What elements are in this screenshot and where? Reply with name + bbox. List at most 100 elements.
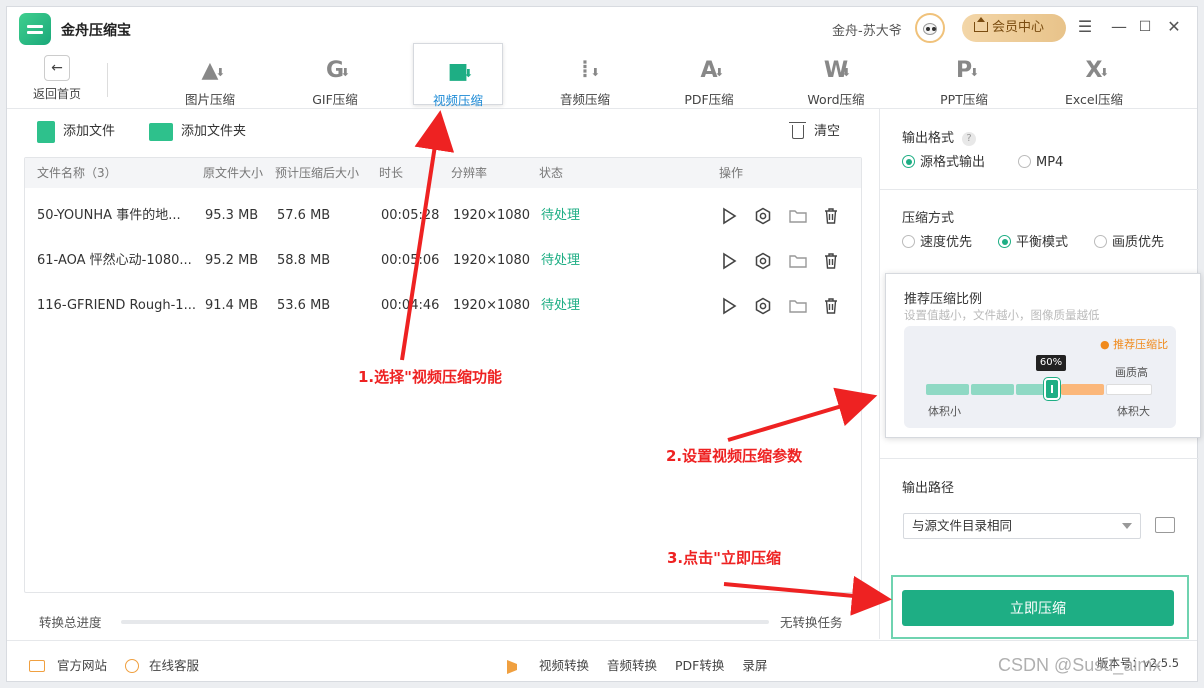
clear-button[interactable]: 清空: [789, 119, 840, 145]
add-file-button[interactable]: 添加文件: [37, 119, 115, 145]
download-arrow-icon: ⬇: [463, 67, 473, 80]
delete-icon[interactable]: [822, 252, 840, 270]
download-arrow-icon: ⬇: [340, 66, 350, 79]
minimize-icon[interactable]: —: [1109, 17, 1129, 37]
annotation-step2: 2.设置视频压缩参数: [666, 447, 803, 465]
folder-icon[interactable]: [1155, 517, 1175, 533]
slider-segment[interactable]: [1106, 384, 1152, 395]
output-format-text: 输出格式: [902, 131, 955, 146]
folder-icon[interactable]: [788, 207, 807, 225]
col-est-size: 预计压缩后大小: [275, 166, 360, 180]
settings-icon[interactable]: [754, 252, 772, 270]
add-folder-button[interactable]: 添加文件夹: [149, 119, 246, 145]
tool-image-compress[interactable]: ▲ ⬇ 图片压缩: [165, 49, 255, 109]
link-pdf-convert[interactable]: PDF转换: [675, 658, 724, 673]
tool-video-compress[interactable]: ■ ⬇ 视频压缩: [413, 43, 503, 108]
table-row[interactable]: 50-YOUNHA 事件的地... 95.3 MB 57.6 MB 00:05:28 1…: [25, 193, 861, 238]
slider-segment[interactable]: [926, 384, 969, 395]
link-screen-record[interactable]: 录屏: [742, 658, 767, 673]
radio-source-format[interactable]: 源格式输出: [902, 155, 985, 171]
user-name[interactable]: 金舟-苏大爷: [832, 20, 902, 39]
download-arrow-icon: ⬇: [969, 66, 979, 79]
vip-center-button[interactable]: 会员中心: [962, 14, 1066, 42]
slider-segment[interactable]: [971, 384, 1014, 395]
maximize-icon[interactable]: ☐: [1135, 17, 1155, 37]
tool-label: 图片压缩: [184, 92, 235, 107]
table-row[interactable]: 116-GFRIEND Rough-1... 91.4 MB 53.6 MB 00:0…: [25, 283, 861, 328]
folder-icon[interactable]: [788, 297, 807, 315]
radio-label: MP4: [1036, 155, 1064, 170]
video-compress-icon: ■ ⬇: [441, 58, 475, 86]
menu-icon[interactable]: ☰: [1075, 17, 1095, 37]
avatar-eye: [926, 27, 930, 31]
folder-icon[interactable]: [788, 252, 807, 270]
settings-icon[interactable]: [754, 207, 772, 225]
link-video-convert[interactable]: 视频转换: [539, 658, 589, 673]
online-support-link[interactable]: 在线客服: [125, 655, 199, 674]
slider-segment-recommended[interactable]: [1061, 384, 1104, 395]
tool-label: GIF压缩: [312, 92, 358, 107]
radio-mp4[interactable]: MP4: [1018, 155, 1063, 171]
radio-balanced[interactable]: 平衡模式: [998, 235, 1068, 251]
delete-icon[interactable]: [822, 207, 840, 225]
recommended-ratio-label: ● 推荐压缩比: [1100, 338, 1169, 351]
official-website-link[interactable]: 官方网站: [29, 655, 107, 674]
cell-size: 95.3 MB: [205, 208, 259, 223]
close-icon[interactable]: ✕: [1164, 17, 1184, 37]
cell-name: 116-GFRIEND Rough-1...: [37, 298, 196, 313]
crown-icon: [974, 17, 988, 32]
col-duration: 时长: [379, 166, 404, 180]
tool-word-compress[interactable]: W ⬇ Word压缩: [791, 49, 881, 109]
table-header: 文件名称（3） 原文件大小 预计压缩后大小 时长 分辨率 状态 操作: [25, 158, 861, 188]
tool-excel-compress[interactable]: X ⬇ Excel压缩: [1049, 49, 1139, 109]
radio-quality-first[interactable]: 画质优先: [1094, 235, 1164, 251]
add-file-label: 添加文件: [63, 124, 116, 139]
word-compress-icon: W ⬇: [819, 57, 853, 85]
avatar[interactable]: [915, 13, 945, 43]
radio-dot: [902, 235, 915, 248]
start-compress-button[interactable]: 立即压缩: [902, 590, 1174, 626]
output-path-label: 输出路径: [902, 481, 955, 496]
tool-label: PDF压缩: [684, 92, 734, 107]
headset-icon: [125, 658, 139, 673]
play-icon[interactable]: [720, 207, 738, 225]
tool-ppt-compress[interactable]: P ⬇ PPT压缩: [919, 49, 1009, 109]
download-arrow-icon: ⬇: [841, 66, 851, 79]
tool-gif-compress[interactable]: G ⬇ GIF压缩: [290, 49, 380, 109]
radio-dot: [902, 155, 915, 168]
play-icon[interactable]: [720, 252, 738, 270]
tool-audio-compress[interactable]: ⦙ ⬇ 音频压缩: [540, 49, 630, 109]
back-home-label: 返回首页: [32, 87, 81, 101]
radio-speed-first[interactable]: 速度优先: [902, 235, 972, 251]
link-audio-convert[interactable]: 音频转换: [607, 658, 657, 673]
ratio-subtitle: 设置值越小，文件越小，图像质量越低: [904, 308, 1100, 322]
audio-compress-icon: ⦙ ⬇: [568, 57, 602, 85]
help-icon[interactable]: ?: [962, 131, 977, 146]
settings-icon[interactable]: [754, 297, 772, 315]
ratio-slider-thumb[interactable]: [1044, 378, 1060, 400]
col-name: 文件名称（3）: [37, 166, 117, 180]
quality-high-label: 画质高: [1115, 366, 1148, 379]
download-arrow-icon: ⬇: [590, 66, 600, 79]
ppt-compress-icon: P ⬇: [947, 57, 981, 85]
tool-pdf-compress[interactable]: A ⬇ PDF压缩: [664, 49, 754, 109]
radio-label: 速度优先: [920, 235, 973, 250]
ratio-panel: 推荐压缩比例 设置值越小，文件越小，图像质量越低 ● 推荐压缩比 画质高 60%…: [885, 273, 1201, 438]
toolbar-divider: [107, 63, 108, 97]
progress-label: 转换总进度: [39, 615, 102, 630]
delete-icon[interactable]: [822, 297, 840, 315]
ratio-title: 推荐压缩比例: [904, 292, 983, 307]
cell-duration: 00:05:06: [381, 253, 440, 268]
app-title: 金舟压缩宝: [61, 23, 131, 39]
cell-resolution: 1920×1080: [453, 253, 531, 268]
table-row[interactable]: 61-AOA 怦然心动-1080... 95.2 MB 58.8 MB 00:05:0…: [25, 238, 861, 283]
radio-dot: [998, 235, 1011, 248]
col-status: 状态: [539, 166, 564, 180]
download-arrow-icon: ⬇: [215, 66, 225, 79]
download-arrow-icon: ⬇: [1099, 66, 1109, 79]
image-compress-icon: ▲ ⬇: [193, 57, 227, 85]
cell-est: 57.6 MB: [277, 208, 331, 223]
back-home-button[interactable]: ← 返回首页: [25, 51, 89, 107]
play-icon[interactable]: [720, 297, 738, 315]
output-path-select[interactable]: 与源文件目录相同: [903, 513, 1141, 539]
